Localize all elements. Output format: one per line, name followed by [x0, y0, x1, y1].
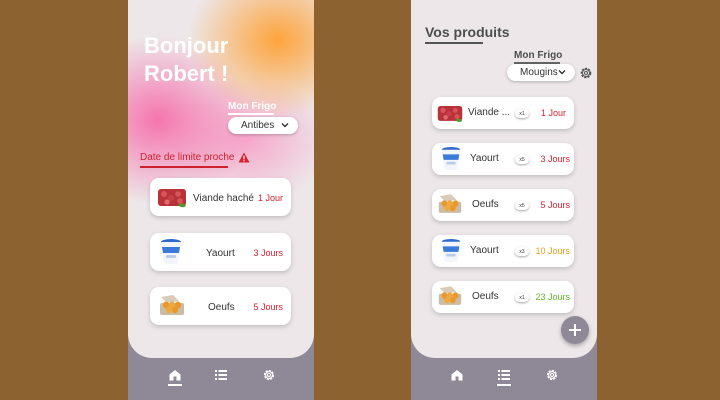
home-screen-phone: Bonjour Robert ! Mon Frigo Antibes Date …	[128, 0, 314, 400]
list-icon[interactable]	[214, 368, 228, 382]
yogurt-icon	[441, 147, 461, 171]
page-title-underline	[425, 42, 483, 44]
home-screen: Bonjour Robert ! Mon Frigo Antibes Date …	[128, 0, 314, 358]
product-name: Yaourt	[470, 245, 499, 256]
quantity-badge: x5	[515, 155, 529, 164]
products-screen-phone: Vos produits Mon Frigo Mougins Viande ..…	[411, 0, 597, 400]
fridge-select-value: Mougins	[520, 67, 558, 78]
quantity-badge: x1	[515, 293, 529, 302]
fridge-select-value: Antibes	[241, 120, 275, 131]
item-days-left: 5 Jours	[253, 302, 283, 312]
meat-icon	[437, 106, 463, 122]
bottom-nav	[411, 358, 597, 400]
expiring-item-card[interactable]: Yaourt 3 Jours	[150, 233, 291, 271]
gear-icon[interactable]	[262, 368, 276, 382]
fridge-label: Mon Frigo	[228, 101, 277, 112]
quantity-badge: x1	[515, 109, 529, 118]
product-name: Viande ...	[468, 107, 511, 118]
item-days-left: 3 Jours	[253, 248, 283, 258]
product-card[interactable]: Viande ... x1 1 Jour	[432, 97, 574, 129]
yogurt-icon	[161, 239, 181, 265]
product-days-left: 5 Jours	[540, 200, 570, 210]
greeting: Bonjour Robert !	[144, 32, 228, 88]
plus-icon	[569, 324, 581, 336]
product-card[interactable]: Yaourt x3 10 Jours	[432, 235, 574, 267]
products-screen: Vos produits Mon Frigo Mougins Viande ..…	[411, 0, 597, 358]
meat-icon	[158, 189, 186, 208]
fridge-label-underline	[228, 113, 274, 115]
add-product-button[interactable]	[561, 316, 589, 344]
gear-icon[interactable]	[579, 66, 593, 80]
home-active-indicator	[168, 384, 182, 386]
greeting-line-1: Bonjour	[144, 33, 229, 58]
bottom-nav	[128, 358, 314, 400]
list-active-indicator	[497, 384, 511, 386]
item-name: Oeufs	[208, 302, 235, 313]
item-name: Viande haché	[193, 193, 254, 204]
item-days-left: 1 Jour	[257, 193, 283, 203]
product-card[interactable]: Yaourt x5 3 Jours	[432, 143, 574, 175]
near-expiry-underline	[140, 166, 228, 168]
expiring-item-card[interactable]: Oeufs 5 Jours	[150, 287, 291, 325]
chevron-down-icon	[281, 123, 289, 128]
product-name: Yaourt	[470, 153, 499, 164]
quantity-badge: x3	[515, 247, 529, 256]
warning-icon	[238, 152, 250, 163]
product-days-left: 3 Jours	[540, 154, 570, 164]
item-name: Yaourt	[206, 248, 235, 259]
product-days-left: 1 Jour	[540, 108, 566, 118]
expiring-item-card[interactable]: Viande haché 1 Jour	[150, 178, 291, 216]
gear-icon[interactable]	[545, 368, 559, 382]
product-name: Oeufs	[472, 291, 499, 302]
product-days-left: 23 Jours	[535, 292, 570, 302]
near-expiry-title: Date de limite proche	[140, 152, 235, 163]
home-icon[interactable]	[168, 368, 182, 382]
list-icon[interactable]	[497, 368, 511, 382]
quantity-badge: x5	[515, 201, 529, 210]
fridge-label: Mon Frigo	[514, 50, 563, 61]
eggs-icon	[438, 286, 462, 305]
greeting-line-2: Robert !	[144, 61, 229, 86]
product-card[interactable]: Oeufs x1 23 Jours	[432, 281, 574, 313]
fridge-select[interactable]: Mougins	[507, 64, 575, 81]
page-title: Vos produits	[425, 24, 510, 40]
chevron-down-icon	[558, 70, 566, 75]
product-name: Oeufs	[472, 199, 499, 210]
eggs-icon	[438, 194, 462, 213]
eggs-icon	[160, 295, 184, 315]
home-icon[interactable]	[450, 368, 464, 382]
product-card[interactable]: Oeufs x5 5 Jours	[432, 189, 574, 221]
fridge-select[interactable]: Antibes	[228, 117, 298, 134]
product-days-left: 10 Jours	[535, 246, 570, 256]
yogurt-icon	[441, 239, 461, 263]
